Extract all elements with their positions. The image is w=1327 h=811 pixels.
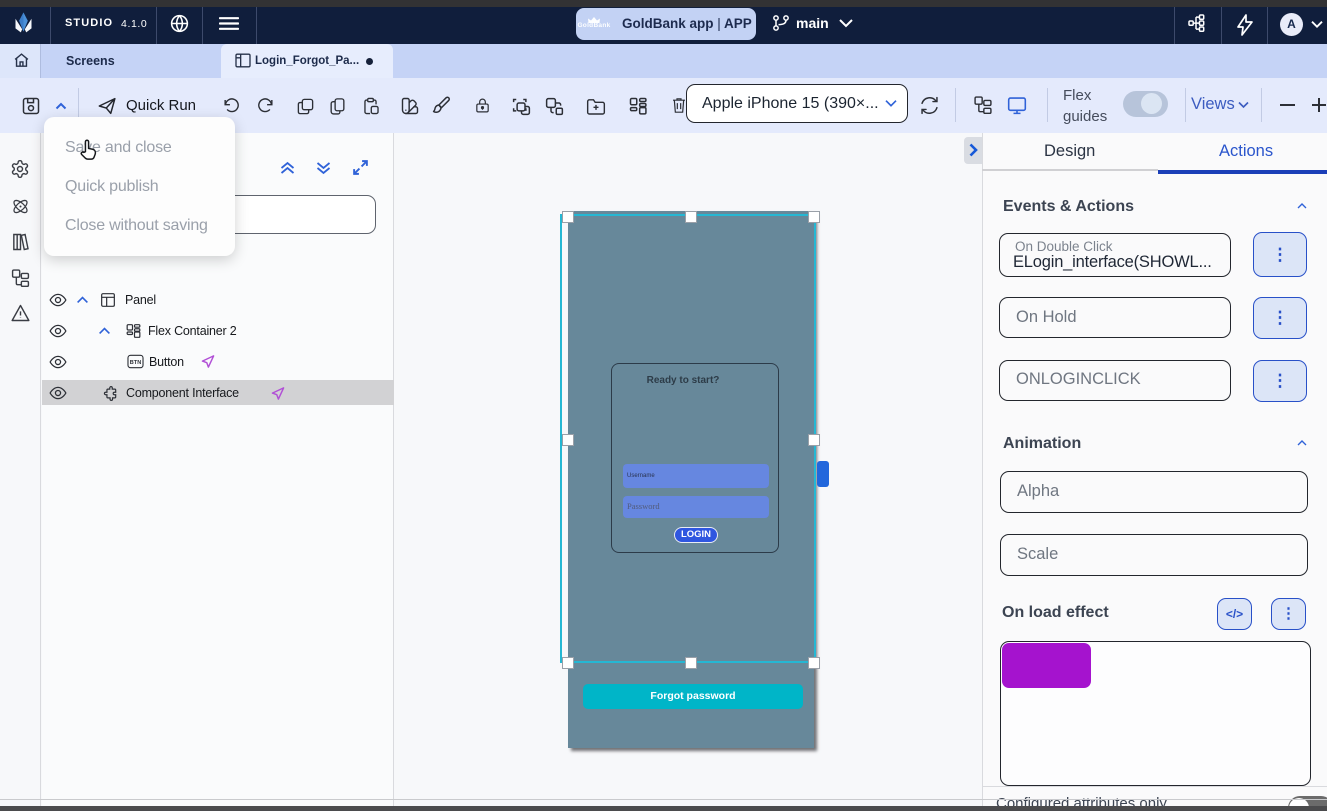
svg-text:BTN: BTN [130, 360, 141, 366]
